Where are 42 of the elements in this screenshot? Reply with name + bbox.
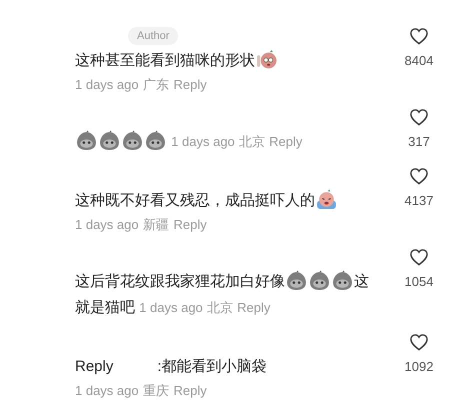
like-count: 1054 — [404, 273, 434, 291]
comment-location: 北京 — [238, 134, 265, 149]
heart-icon[interactable] — [409, 108, 429, 127]
sticker-icon — [122, 130, 143, 151]
comment-text: Reply — [75, 358, 114, 375]
reply-link[interactable]: Reply — [237, 300, 270, 315]
comment-time: 1 days ago — [75, 77, 139, 92]
comment-location: 重庆 — [143, 383, 170, 398]
sticker-icon — [309, 270, 330, 291]
comment-text: :都能看到小脑袋 — [157, 358, 267, 375]
like-count: 317 — [408, 133, 430, 151]
reply-link[interactable]: Reply — [269, 134, 302, 149]
reply-link[interactable]: Reply — [174, 217, 207, 232]
heart-icon[interactable] — [409, 167, 429, 186]
comment-text: 就是猫吧 — [75, 299, 135, 316]
comment-time: 1 days ago — [75, 383, 139, 398]
sticker-icon — [286, 270, 307, 291]
like-count: 8404 — [404, 52, 434, 70]
heart-icon[interactable] — [409, 248, 429, 267]
comment-text: 这种甚至能看到猫咪的形状 — [75, 52, 255, 69]
comment-text: 这后背花纹跟我家狸花加白好像 — [75, 273, 285, 290]
comment-time: 1 days ago — [171, 134, 235, 149]
like-count: 4137 — [404, 192, 434, 210]
comment-location: 广东 — [143, 77, 170, 92]
sticker-icon — [145, 130, 166, 151]
sticker-icon — [76, 130, 97, 151]
comment-location: 北京 — [206, 300, 233, 315]
sticker-icon — [256, 49, 277, 70]
comment-text: 这种既不好看又残忍，成品挺吓人的 — [75, 192, 315, 209]
reply-link[interactable]: Reply — [174, 383, 207, 398]
comment-location: 新疆 — [143, 217, 170, 232]
comment-time: 1 days ago — [75, 217, 139, 232]
sticker-icon — [99, 130, 120, 151]
like-count: 1092 — [404, 358, 434, 376]
heart-icon[interactable] — [409, 27, 429, 46]
reply-link[interactable]: Reply — [174, 77, 207, 92]
crying-face-icon — [316, 189, 337, 210]
comment-text: 这 — [354, 273, 369, 290]
comment-time: 1 days ago — [139, 300, 203, 315]
sticker-icon — [332, 270, 353, 291]
heart-icon[interactable] — [409, 333, 429, 352]
author-badge: Author — [128, 27, 178, 45]
